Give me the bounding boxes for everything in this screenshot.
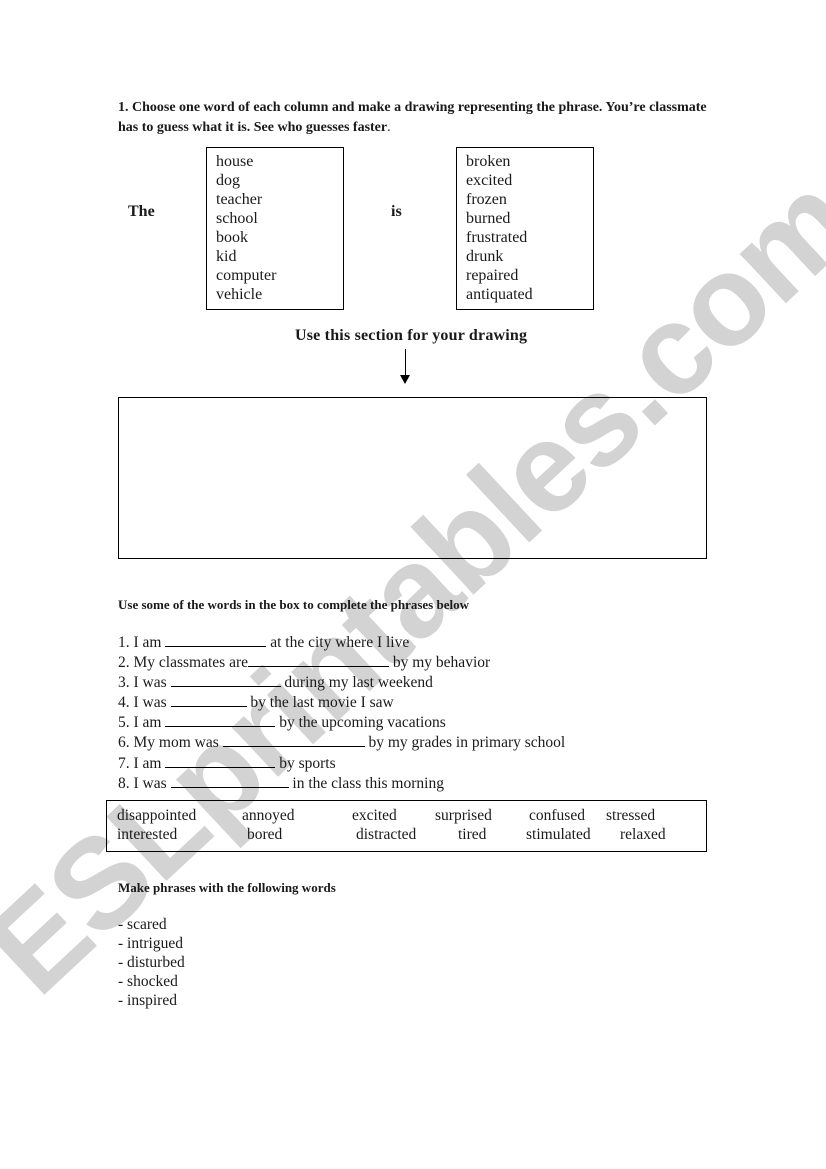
word-bank-word: excited: [352, 807, 397, 824]
answer-blank[interactable]: [170, 672, 281, 688]
phrase-before: 1. I am: [118, 634, 166, 651]
phrase-item: 8. I was in the class this morning: [118, 773, 565, 793]
word-bank-word: stressed: [606, 807, 656, 824]
answer-blank[interactable]: [170, 773, 289, 788]
phrase-after: at the city where I live: [266, 634, 410, 651]
instruction-1-text: 1. Choose one word of each column and ma…: [118, 100, 707, 135]
adjective-word: broken: [466, 153, 511, 170]
noun-word: teacher: [216, 191, 263, 208]
the-label: The: [128, 203, 155, 220]
adjective-word-box: broken excited frozen burned frustrated …: [456, 147, 594, 310]
answer-blank[interactable]: [248, 652, 389, 668]
word-bank-word: annoyed: [242, 807, 295, 824]
list-item: - intrigued: [118, 935, 183, 952]
word-list: - scared - intrigued - disturbed - shock…: [118, 915, 185, 1010]
phrase-before: 6. My mom was: [118, 734, 223, 752]
noun-word: computer: [216, 267, 277, 284]
noun-word: kid: [216, 248, 237, 265]
answer-blank[interactable]: [165, 712, 276, 728]
adjective-word: frozen: [466, 191, 507, 208]
answer-blank[interactable]: [170, 692, 247, 708]
phrase-item: 4. I was by the last movie I saw: [118, 692, 565, 712]
phrase-before: 7. I am: [118, 754, 166, 772]
noun-word-box: house dog teacher school book kid comput…: [206, 147, 344, 310]
word-bank-word: distracted: [356, 826, 417, 843]
noun-word: school: [216, 210, 258, 227]
phrase-after: by the last movie I saw: [246, 694, 394, 712]
arrow-head-icon: [400, 375, 410, 384]
phrase-before: 4. I was: [118, 694, 171, 712]
phrase-item: 3. I was during my last weekend: [118, 672, 565, 692]
instruction-1: 1. Choose one word of each column and ma…: [118, 98, 718, 138]
list-item: - inspired: [118, 992, 177, 1009]
answer-blank[interactable]: [165, 632, 267, 647]
is-label: is: [391, 203, 402, 220]
list-item: - shocked: [118, 973, 178, 990]
word-bank-word: disappointed: [117, 807, 197, 824]
adjective-word: repaired: [466, 267, 519, 284]
word-bank-word: tired: [458, 826, 487, 843]
down-arrow-icon: [405, 349, 406, 377]
phrase-after: by my grades in primary school: [364, 734, 566, 752]
phrase-after: by the upcoming vacations: [275, 714, 446, 732]
adjective-word: drunk: [466, 248, 504, 265]
phrase-item: 7. I am by sports: [118, 753, 565, 773]
word-bank-word: interested: [117, 826, 178, 843]
phrase-after: in the class this morning: [288, 774, 444, 792]
list-item: - disturbed: [118, 954, 185, 971]
noun-word: book: [216, 229, 248, 246]
noun-word: vehicle: [216, 286, 263, 303]
list-item: - scared: [118, 916, 167, 933]
fill-in-phrases: 1. I am at the city where I live 2. My c…: [118, 632, 565, 793]
word-bank-word: stimulated: [526, 826, 591, 843]
phrase-before: 8. I was: [118, 774, 171, 792]
drawing-area[interactable]: [118, 397, 707, 559]
word-bank-word: confused: [529, 807, 585, 824]
word-bank-word: surprised: [435, 807, 492, 824]
phrase-after: by my behavior: [389, 654, 491, 672]
adjective-word: antiquated: [466, 286, 533, 303]
word-bank-box: disappointed annoyed excited surprised c…: [106, 800, 707, 852]
phrase-before: 3. I was: [118, 674, 171, 692]
phrase-item: 1. I am at the city where I live: [118, 632, 565, 652]
drawing-section-label: Use this section for your drawing: [295, 327, 528, 344]
instruction-1-period: .: [387, 120, 391, 135]
answer-blank[interactable]: [222, 732, 365, 748]
adjective-word: frustrated: [466, 229, 528, 246]
instruction-3: Make phrases with the following words: [118, 880, 336, 895]
answer-blank[interactable]: [165, 753, 276, 768]
phrase-item: 6. My mom was by my grades in primary sc…: [118, 732, 565, 752]
adjective-word: excited: [466, 172, 513, 189]
noun-word: dog: [216, 172, 240, 189]
phrase-after: by sports: [275, 754, 336, 772]
phrase-item: 2. My classmates are by my behavior: [118, 652, 565, 672]
instruction-2: Use some of the words in the box to comp…: [118, 597, 469, 612]
adjective-word: burned: [466, 210, 511, 227]
word-bank-word: bored: [247, 826, 283, 843]
phrase-after: during my last weekend: [280, 674, 433, 692]
phrase-item: 5. I am by the upcoming vacations: [118, 712, 565, 732]
word-bank-word: relaxed: [620, 826, 666, 843]
noun-word: house: [216, 153, 254, 170]
phrase-before: 2. My classmates are: [118, 654, 248, 672]
phrase-before: 5. I am: [118, 714, 166, 732]
